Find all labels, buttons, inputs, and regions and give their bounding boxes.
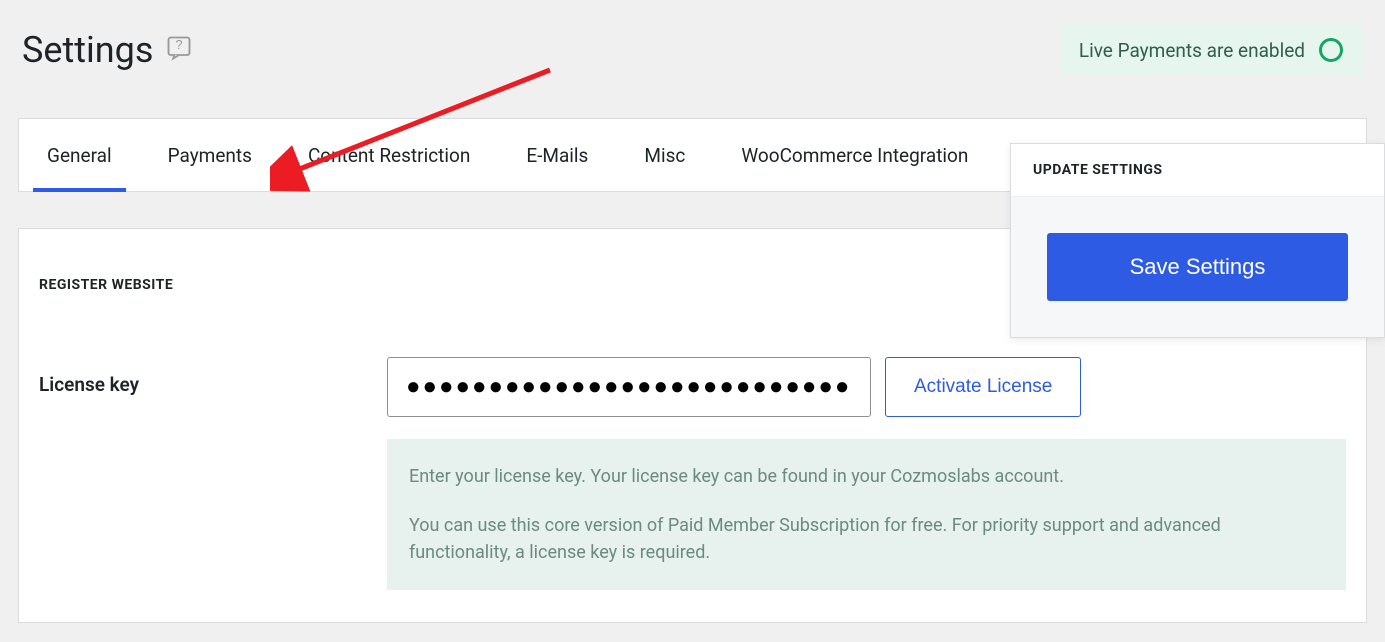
license-key-label: License key — [39, 357, 387, 396]
tab-emails[interactable]: E-Mails — [498, 119, 616, 191]
tab-woocommerce[interactable]: WooCommerce Integration — [713, 119, 996, 191]
license-key-input[interactable] — [387, 357, 871, 417]
license-help-box: Enter your license key. Your license key… — [387, 439, 1346, 590]
svg-text:?: ? — [176, 37, 183, 52]
tab-misc[interactable]: Misc — [616, 119, 713, 191]
license-help-line2: You can use this core version of Paid Me… — [409, 512, 1324, 566]
save-settings-button[interactable]: Save Settings — [1047, 233, 1348, 301]
page-title: Settings — [22, 29, 153, 71]
status-text: Live Payments are enabled — [1079, 39, 1305, 62]
help-icon[interactable]: ? — [165, 34, 193, 66]
update-settings-panel: UPDATE SETTINGS Save Settings — [1010, 143, 1385, 338]
tab-payments[interactable]: Payments — [140, 119, 280, 191]
tab-content-restriction[interactable]: Content Restriction — [280, 119, 498, 191]
status-circle-icon — [1319, 38, 1343, 62]
update-settings-heading: UPDATE SETTINGS — [1011, 144, 1384, 197]
activate-license-button[interactable]: Activate License — [885, 357, 1081, 417]
tab-general[interactable]: General — [19, 119, 140, 191]
license-help-line1: Enter your license key. Your license key… — [409, 463, 1324, 490]
status-badge: Live Payments are enabled — [1059, 24, 1363, 76]
